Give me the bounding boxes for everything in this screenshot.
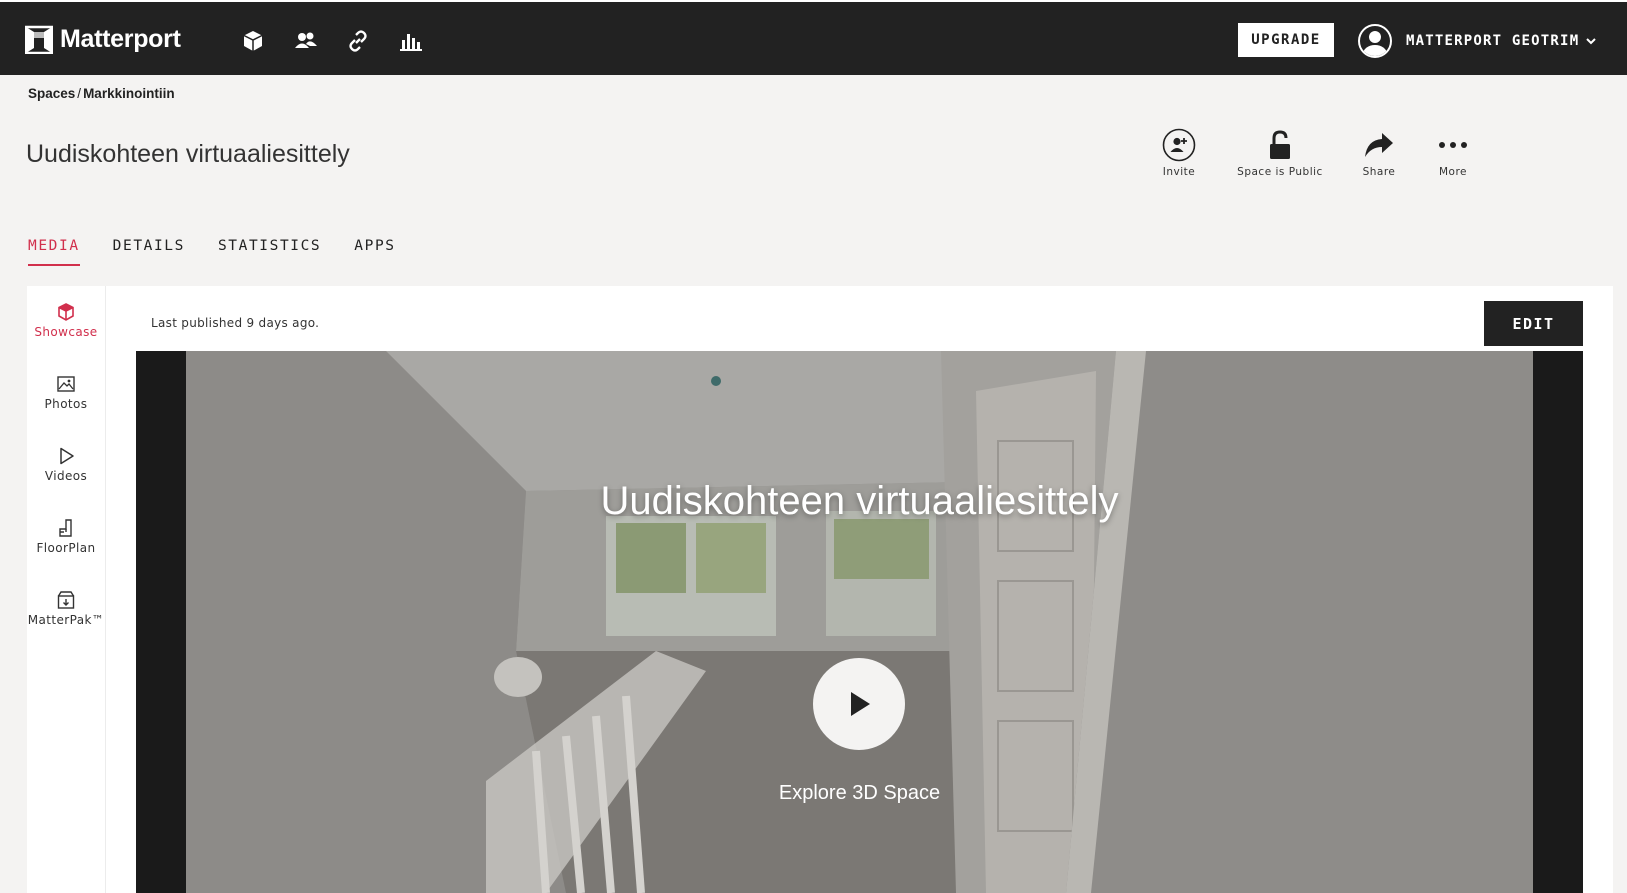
space-public-label: Space is Public [1237, 166, 1323, 178]
viewer-title: Uudiskohteen virtuaaliesittely [600, 479, 1119, 523]
tab-details[interactable]: DETAILS [113, 238, 185, 266]
more-label: More [1438, 166, 1468, 178]
matterport-logo-icon [25, 25, 53, 54]
breadcrumb-current[interactable]: Markkinointiin [83, 86, 175, 101]
invite-button[interactable]: Invite [1129, 128, 1229, 178]
more-button[interactable]: More [1403, 128, 1503, 178]
page-title: Uudiskohteen virtuaaliesittely [26, 140, 350, 168]
media-nav-showcase[interactable]: Showcase [27, 301, 105, 339]
cube-icon [27, 301, 105, 323]
chevron-down-icon [1586, 38, 1597, 45]
media-nav-photos[interactable]: Photos [27, 373, 105, 411]
matterport-logo[interactable]: Matterport [25, 24, 181, 54]
breadcrumb-spaces-link[interactable]: Spaces [28, 86, 75, 101]
tab-statistics[interactable]: STATISTICS [218, 238, 321, 266]
package-icon [27, 589, 105, 611]
showcase-viewer[interactable]: Uudiskohteen virtuaaliesittely Explore 3… [136, 351, 1583, 893]
play-icon [851, 692, 870, 716]
media-nav-label: Photos [44, 397, 88, 411]
brand-name: Matterport [60, 24, 181, 53]
link-icon[interactable] [345, 28, 371, 54]
user-name: MATTERPORT GEOTRIM [1406, 33, 1580, 49]
last-published-text: Last published 9 days ago. [151, 316, 320, 330]
top-navigation-bar: Matterport UPGRADE MATTERPORT GEOTRIM [0, 2, 1627, 75]
more-dots-icon [1403, 128, 1503, 162]
users-icon[interactable] [293, 28, 319, 54]
media-nav-label: Videos [44, 469, 88, 483]
image-icon [27, 373, 105, 395]
explore-3d-label[interactable]: Explore 3D Space [136, 782, 1583, 805]
play-icon [27, 445, 105, 467]
space-preview-image [186, 351, 1533, 893]
upgrade-button[interactable]: UPGRADE [1238, 23, 1334, 57]
play-button[interactable] [813, 658, 905, 750]
media-nav-label: FloorPlan [36, 541, 96, 555]
add-user-icon [1129, 128, 1229, 162]
floorplan-icon [27, 517, 105, 539]
tab-media[interactable]: MEDIA [28, 238, 80, 266]
unlock-icon [1230, 128, 1330, 162]
media-nav-floorplan[interactable]: FloorPlan [27, 517, 105, 555]
cube-icon[interactable] [240, 28, 266, 54]
media-nav-label: MatterPak™ [27, 613, 105, 627]
space-public-button[interactable]: Space is Public [1230, 128, 1330, 178]
media-sidebar: Showcase Photos Videos FloorPlan MatterP… [27, 286, 106, 893]
bar-chart-icon[interactable] [398, 28, 424, 54]
tab-apps[interactable]: APPS [354, 238, 395, 266]
user-menu[interactable]: MATTERPORT GEOTRIM [1358, 24, 1597, 58]
breadcrumb: Spaces / Markkinointiin [28, 86, 175, 101]
media-nav-matterpak[interactable]: MatterPak™ [27, 589, 105, 627]
media-nav-label: Showcase [34, 325, 98, 339]
invite-label: Invite [1162, 166, 1196, 178]
breadcrumb-separator: / [77, 86, 82, 101]
avatar-icon [1358, 24, 1392, 58]
tab-bar: MEDIA DETAILS STATISTICS APPS [28, 238, 429, 266]
media-nav-videos[interactable]: Videos [27, 445, 105, 483]
edit-button[interactable]: EDIT [1484, 301, 1583, 346]
